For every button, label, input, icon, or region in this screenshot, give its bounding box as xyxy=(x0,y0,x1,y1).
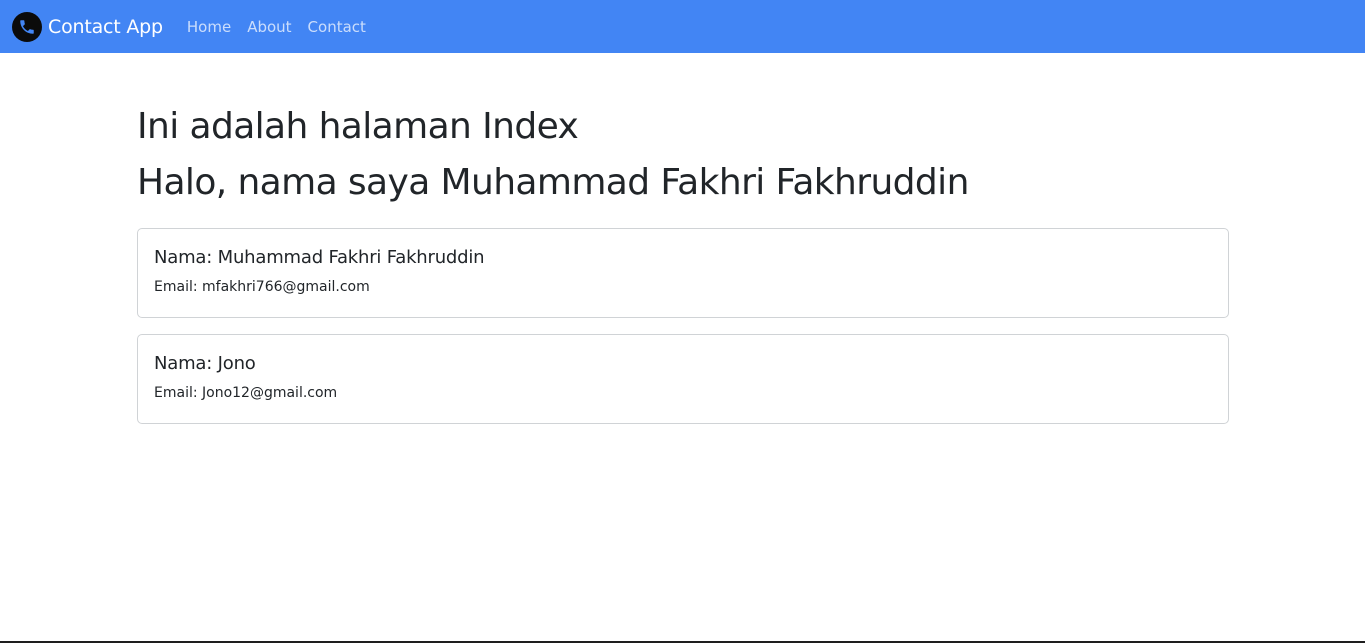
contact-name: Nama: Jono xyxy=(154,353,256,374)
contact-name: Nama: Muhammad Fakhri Fakhruddin xyxy=(154,247,485,268)
nav-link-contact[interactable]: Contact xyxy=(308,18,366,36)
contact-card: Nama: Muhammad Fakhri Fakhruddin Email: … xyxy=(137,228,1229,318)
nav-link-about[interactable]: About xyxy=(247,18,291,36)
nav-link-home[interactable]: Home xyxy=(187,18,231,36)
main-container: Ini adalah halaman Index Halo, nama saya… xyxy=(137,53,1229,424)
greeting-heading: Halo, nama saya Muhammad Fakhri Fakhrudd… xyxy=(137,162,969,203)
phone-icon xyxy=(12,11,42,42)
contact-email: Email: mfakhri766@gmail.com xyxy=(154,279,370,295)
brand-label: Contact App xyxy=(48,15,163,38)
contact-email: Email: Jono12@gmail.com xyxy=(154,385,338,401)
navbar: Contact App Home About Contact xyxy=(0,0,1365,53)
brand-link[interactable]: Contact App xyxy=(12,11,163,42)
page-heading: Ini adalah halaman Index xyxy=(137,106,579,147)
contact-card: Nama: Jono Email: Jono12@gmail.com xyxy=(137,334,1229,424)
nav-links: Home About Contact xyxy=(187,18,382,36)
